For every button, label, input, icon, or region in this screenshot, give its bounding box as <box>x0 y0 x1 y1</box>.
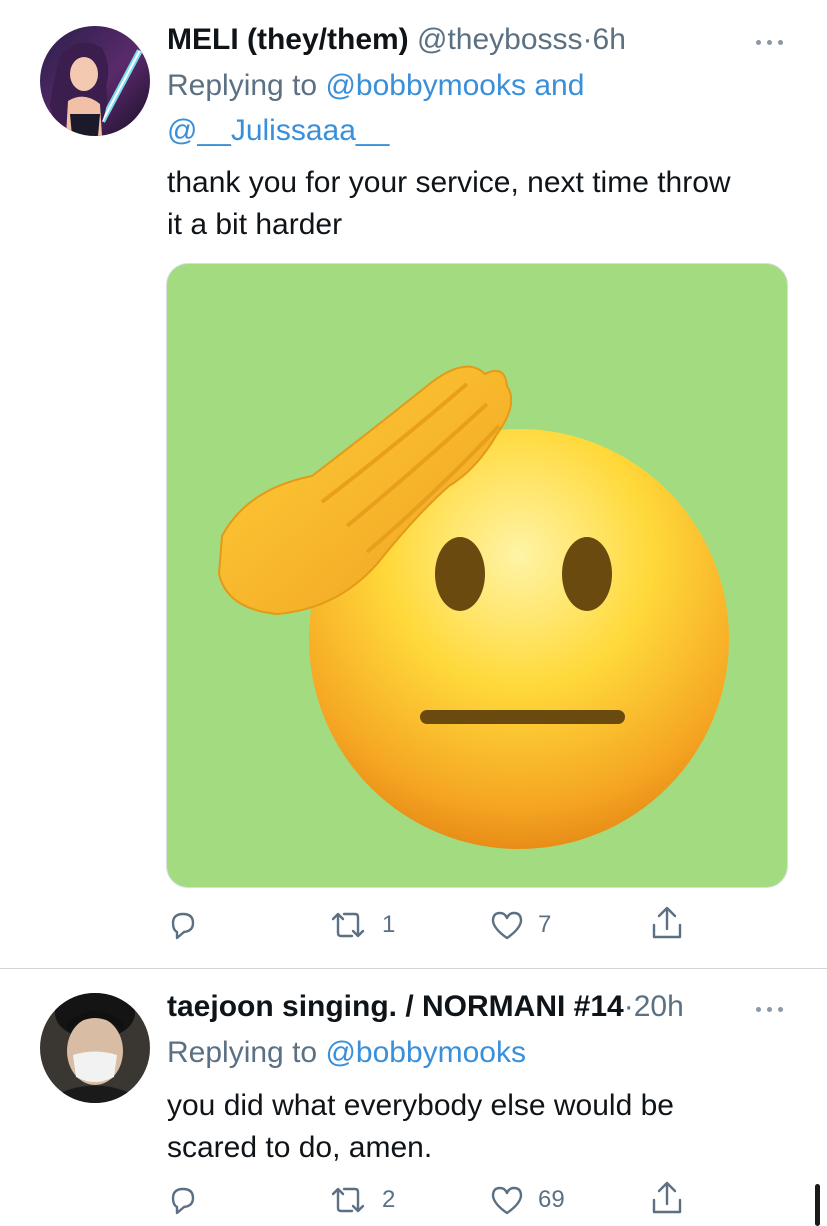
share-button[interactable] <box>650 1178 684 1218</box>
tweet-media-image[interactable] <box>166 263 788 888</box>
tweet-2[interactable]: taejoon singing. / NORMANI #14·20h Reply… <box>0 969 827 1226</box>
tweet-header: taejoon singing. / NORMANI #14·20h <box>167 989 684 1025</box>
reply-button[interactable] <box>167 905 213 945</box>
replying-to: Replying to @bobbymooks <box>167 1035 526 1071</box>
tweet-text-line: you did what everybody else would be <box>167 1089 674 1122</box>
scrollbar[interactable] <box>815 1184 820 1226</box>
reply-icon <box>171 912 195 940</box>
replying-and: and <box>534 69 585 102</box>
more-options-icon[interactable] <box>752 999 788 1019</box>
replying-prefix: Replying to <box>167 69 318 102</box>
like-count: 69 <box>538 1186 565 1213</box>
tweet-time[interactable]: 6h <box>593 23 626 56</box>
heart-icon <box>491 911 523 940</box>
like-count: 7 <box>538 911 552 938</box>
mention-link[interactable]: @__Julissaaa__ <box>167 114 389 147</box>
retweet-count: 1 <box>382 911 396 938</box>
tweet-text-line: it a bit harder <box>167 208 343 241</box>
dot-separator: · <box>623 990 634 1023</box>
tweet-text-line: thank you for your service, next time th… <box>167 166 731 199</box>
mention-link[interactable]: @bobbymooks <box>325 69 526 102</box>
dot-separator: · <box>582 23 593 56</box>
retweet-count: 2 <box>382 1186 396 1213</box>
author-name[interactable]: taejoon singing. / NORMANI #14 <box>167 990 624 1023</box>
share-button[interactable] <box>650 903 684 943</box>
tweet-text-line: scared to do, amen. <box>167 1131 433 1164</box>
saluting-face-icon <box>217 365 729 849</box>
heart-icon <box>491 1186 523 1215</box>
author-name[interactable]: MELI (they/them) <box>167 23 409 56</box>
retweet-icon <box>331 912 365 938</box>
replying-prefix: Replying to <box>167 1036 318 1069</box>
retweet-icon <box>331 1187 365 1213</box>
replying-to: Replying to @bobbymooks and <box>167 68 584 104</box>
tweet-header: MELI (they/them) @theybosss·6h <box>167 22 626 58</box>
author-handle[interactable]: @theybosss <box>417 23 583 56</box>
tweet-1[interactable]: MELI (they/them) @theybosss·6h Replying … <box>0 0 827 968</box>
avatar[interactable] <box>40 993 150 1103</box>
reply-icon <box>171 1187 195 1215</box>
retweet-button[interactable]: 1 <box>328 905 395 945</box>
avatar[interactable] <box>40 26 150 136</box>
share-icon <box>652 906 682 939</box>
reply-button[interactable] <box>167 1180 213 1220</box>
share-icon <box>652 1181 682 1214</box>
tweet-time[interactable]: 20h <box>634 990 684 1023</box>
more-options-icon[interactable] <box>752 32 788 52</box>
retweet-button[interactable]: 2 <box>328 1180 395 1220</box>
replying-to-line2: @__Julissaaa__ <box>167 113 389 149</box>
mention-link[interactable]: @bobbymooks <box>325 1036 526 1069</box>
like-button[interactable]: 7 <box>490 905 551 945</box>
like-button[interactable]: 69 <box>490 1180 565 1220</box>
